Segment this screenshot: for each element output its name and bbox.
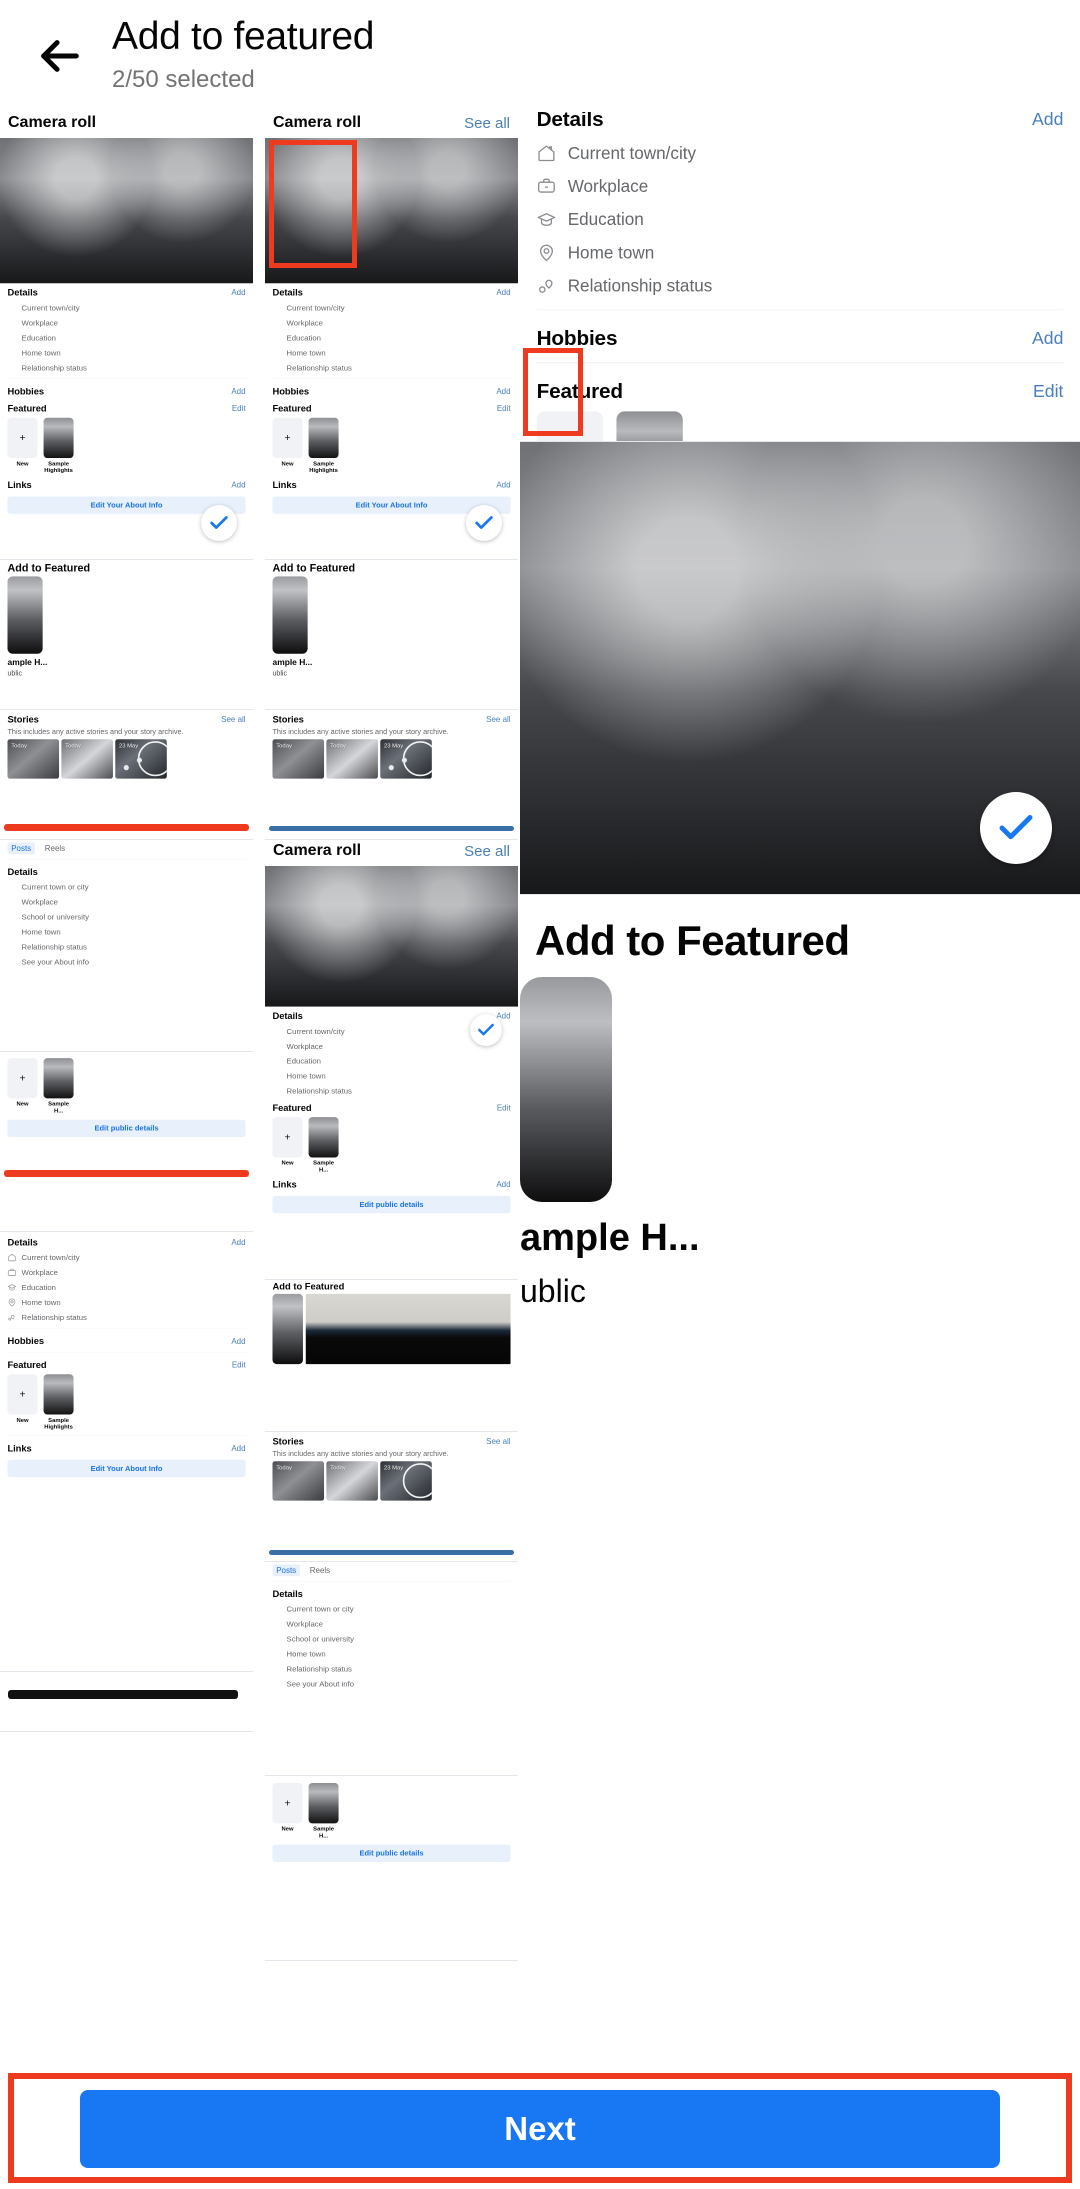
featured-edit-link[interactable]: Edit — [1033, 381, 1063, 401]
arrow-left-icon — [36, 33, 82, 79]
detail-item-education[interactable]: Education — [520, 203, 1080, 236]
divider — [536, 309, 1064, 311]
plus-icon: + — [536, 411, 603, 441]
heart-icon — [537, 276, 557, 296]
featured-new-button[interactable]: + New — [536, 411, 603, 441]
detail-item-current-town[interactable]: Current town/city — [520, 137, 1080, 170]
add-to-featured-heading: Add to Featured — [535, 917, 850, 964]
grid-column-3: Details Add Current town/city Workplace … — [520, 112, 1080, 1315]
graduation-cap-icon — [537, 210, 557, 230]
header-text-group: Add to featured 2/50 selected — [112, 14, 375, 96]
camera-roll-label: Camera roll — [8, 114, 97, 131]
grid-cell[interactable]: Camera roll See all Details Add Current t… — [265, 112, 518, 560]
grid-cell-large-preview[interactable] — [520, 442, 1080, 895]
page-title: Add to featured — [112, 14, 375, 58]
highlight-card-privacy: ublic — [520, 1273, 586, 1309]
selected-check-icon — [470, 1014, 502, 1046]
home-indicator — [8, 1690, 238, 1699]
grid-column-1: Camera roll Details Add Current town/city… — [0, 112, 253, 1732]
next-button[interactable]: Next — [80, 2090, 1000, 2168]
photo-grid: Camera roll Details Add Current town/city… — [0, 112, 1080, 2189]
camera-roll-label: Camera roll — [273, 114, 362, 131]
see-all-link[interactable]: See all — [464, 115, 510, 132]
details-add-link[interactable]: Add — [1032, 112, 1063, 130]
divider — [536, 362, 1064, 364]
selected-check-icon — [466, 505, 502, 541]
grid-cell[interactable] — [0, 1672, 253, 1732]
grid-cell[interactable]: Stories See all This includes any active … — [0, 710, 253, 840]
featured-title: Featured — [536, 379, 624, 403]
grid-cell[interactable]: Stories See all This includes any active … — [265, 1432, 518, 1562]
detail-item-workplace[interactable]: Workplace — [520, 170, 1080, 203]
detail-label: Education — [567, 209, 644, 229]
detail-item-home-town[interactable]: Home town — [520, 236, 1080, 269]
hobbies-add-link[interactable]: Add — [1032, 328, 1063, 348]
selection-count: 2/50 selected — [112, 65, 255, 93]
selected-check-icon — [980, 792, 1052, 864]
hobbies-title: Hobbies — [536, 326, 618, 350]
featured-item-highlights[interactable]: Sample Highlights — [616, 411, 683, 441]
detail-label: Current town/city — [567, 143, 697, 163]
page-header: Add to featured 2/50 selected — [0, 0, 1080, 112]
grid-column-2: Camera roll See all Details Add Current t… — [265, 112, 518, 1961]
grid-cell[interactable]: Add to Featured ample H... ublic — [0, 560, 253, 710]
detail-item-relationship[interactable]: Relationship status — [520, 269, 1080, 302]
highlight-thumbnail — [616, 411, 683, 441]
grid-cell[interactable]: Add to Featured — [265, 1280, 518, 1432]
highlight-card-label: ample H... — [520, 1217, 700, 1259]
details-title: Details — [536, 112, 604, 131]
grid-cell[interactable]: + New Sample H... Edit public details — [0, 1052, 253, 1232]
detail-label: Workplace — [567, 176, 649, 196]
grid-cell[interactable]: Posts Reels Details Current town or city … — [265, 1562, 518, 1776]
grid-cell[interactable]: Camera roll Details Add Current town/city… — [0, 112, 253, 560]
selected-check-icon — [201, 505, 237, 541]
briefcase-icon — [537, 176, 557, 196]
home-icon — [537, 143, 557, 163]
see-all-link[interactable]: See all — [464, 843, 510, 860]
grid-cell[interactable]: Details Add Current town/city Workplace … — [520, 112, 1080, 442]
grid-cell[interactable]: Add to Featured ample H... ublic — [520, 895, 1080, 1315]
grid-cell[interactable]: Camera roll See all Details Add Current t… — [265, 840, 518, 1280]
grid-cell[interactable]: Stories See all This includes any active … — [265, 710, 518, 840]
grid-cell[interactable]: Details Add Current town/city Workplace E… — [0, 1232, 253, 1672]
back-button[interactable] — [28, 25, 90, 87]
detail-label: Home town — [567, 242, 655, 262]
grid-cell[interactable]: + New Sample H... Edit public details — [265, 1776, 518, 1961]
footer-bar: Next — [0, 2069, 1080, 2189]
grid-cell[interactable]: Add to Featured ample H... ublic — [265, 560, 518, 710]
grid-cell[interactable]: Posts Reels Details Current town or city … — [0, 840, 253, 1052]
location-pin-icon — [537, 243, 557, 263]
camera-roll-label: Camera roll — [273, 842, 362, 859]
highlight-card-preview — [520, 977, 612, 1202]
detail-label: Relationship status — [567, 275, 713, 296]
